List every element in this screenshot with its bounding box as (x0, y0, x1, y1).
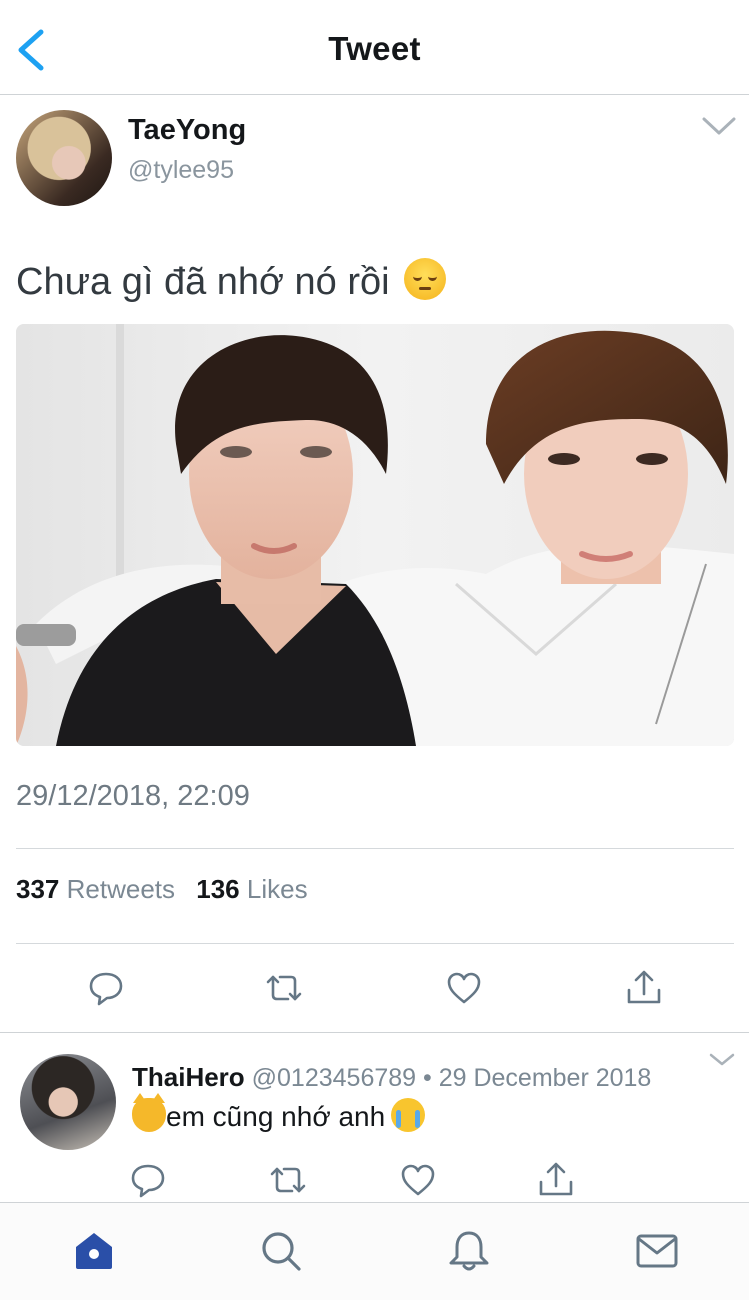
tweet-text: Chưa gì đã nhớ nó rồi (16, 258, 447, 304)
likes-stat[interactable]: 136 Likes (196, 874, 307, 905)
tweet-stats: 337 Retweets 136 Likes (16, 874, 322, 905)
reply-reply-button[interactable] (128, 1160, 168, 1200)
reply-icon (131, 1164, 165, 1198)
photo-illustration (16, 324, 734, 746)
retweets-stat[interactable]: 337 Retweets (16, 874, 175, 905)
reply-author-name[interactable]: ThaiHero (132, 1062, 245, 1092)
tweet-timestamp: 29/12/2018, 22:09 (16, 780, 250, 812)
bell-icon (449, 1231, 489, 1271)
share-icon (539, 1162, 573, 1196)
tab-bar (0, 1202, 749, 1300)
home-icon (76, 1233, 112, 1269)
tab-notifications[interactable] (445, 1227, 493, 1275)
like-label: Likes (246, 874, 308, 904)
retweet-count: 337 (16, 874, 60, 904)
reply-retweet-button[interactable] (268, 1160, 308, 1200)
retweet-icon (270, 1167, 306, 1193)
author-handle[interactable]: @tylee95 (128, 156, 234, 185)
tab-home[interactable] (70, 1227, 118, 1275)
search-icon (262, 1232, 301, 1271)
reply-header: ThaiHero @0123456789 • 29 December 2018 (132, 1062, 651, 1093)
reply-like-button[interactable] (398, 1160, 438, 1200)
reply-text-content: em cũng nhớ anh (166, 1101, 386, 1132)
author-name[interactable]: TaeYong (128, 114, 246, 147)
share-button[interactable] (624, 968, 664, 1008)
loudly-crying-face-emoji-icon (391, 1098, 426, 1132)
nav-bar: Tweet (0, 0, 749, 95)
mail-icon (636, 1234, 678, 1268)
retweet-label: Retweets (66, 874, 176, 904)
tweet-photo[interactable] (16, 324, 734, 746)
reply-author-avatar[interactable] (20, 1054, 116, 1150)
heart-icon (447, 972, 481, 1004)
reply-meta: @0123456789 • 29 December 2018 (251, 1064, 652, 1092)
heart-icon (401, 1164, 435, 1196)
page-title: Tweet (328, 30, 421, 67)
reply-icon (89, 972, 123, 1006)
retweet-button[interactable] (264, 968, 304, 1008)
share-icon (627, 970, 661, 1004)
pensive-face-emoji-icon (404, 258, 447, 300)
like-button[interactable] (444, 968, 484, 1008)
crying-cat-emoji-icon (132, 1093, 166, 1132)
tab-messages[interactable] (633, 1227, 681, 1275)
chevron-down-icon (702, 117, 736, 135)
divider (16, 943, 734, 944)
retweet-icon (266, 975, 302, 1001)
reply-button[interactable] (86, 968, 126, 1008)
author-avatar[interactable] (16, 110, 112, 206)
divider (16, 848, 734, 849)
reply-options-button[interactable] (708, 1052, 736, 1068)
like-count: 136 (196, 874, 240, 904)
tab-search[interactable] (257, 1227, 305, 1275)
reply-text: em cũng nhớ anh (132, 1093, 426, 1133)
tweet-text-content: Chưa gì đã nhớ nó rồi (16, 261, 390, 303)
divider (0, 1032, 749, 1033)
chevron-down-icon (709, 1053, 735, 1066)
tweet-options-button[interactable] (700, 114, 738, 138)
reply-share-button[interactable] (536, 1160, 576, 1200)
